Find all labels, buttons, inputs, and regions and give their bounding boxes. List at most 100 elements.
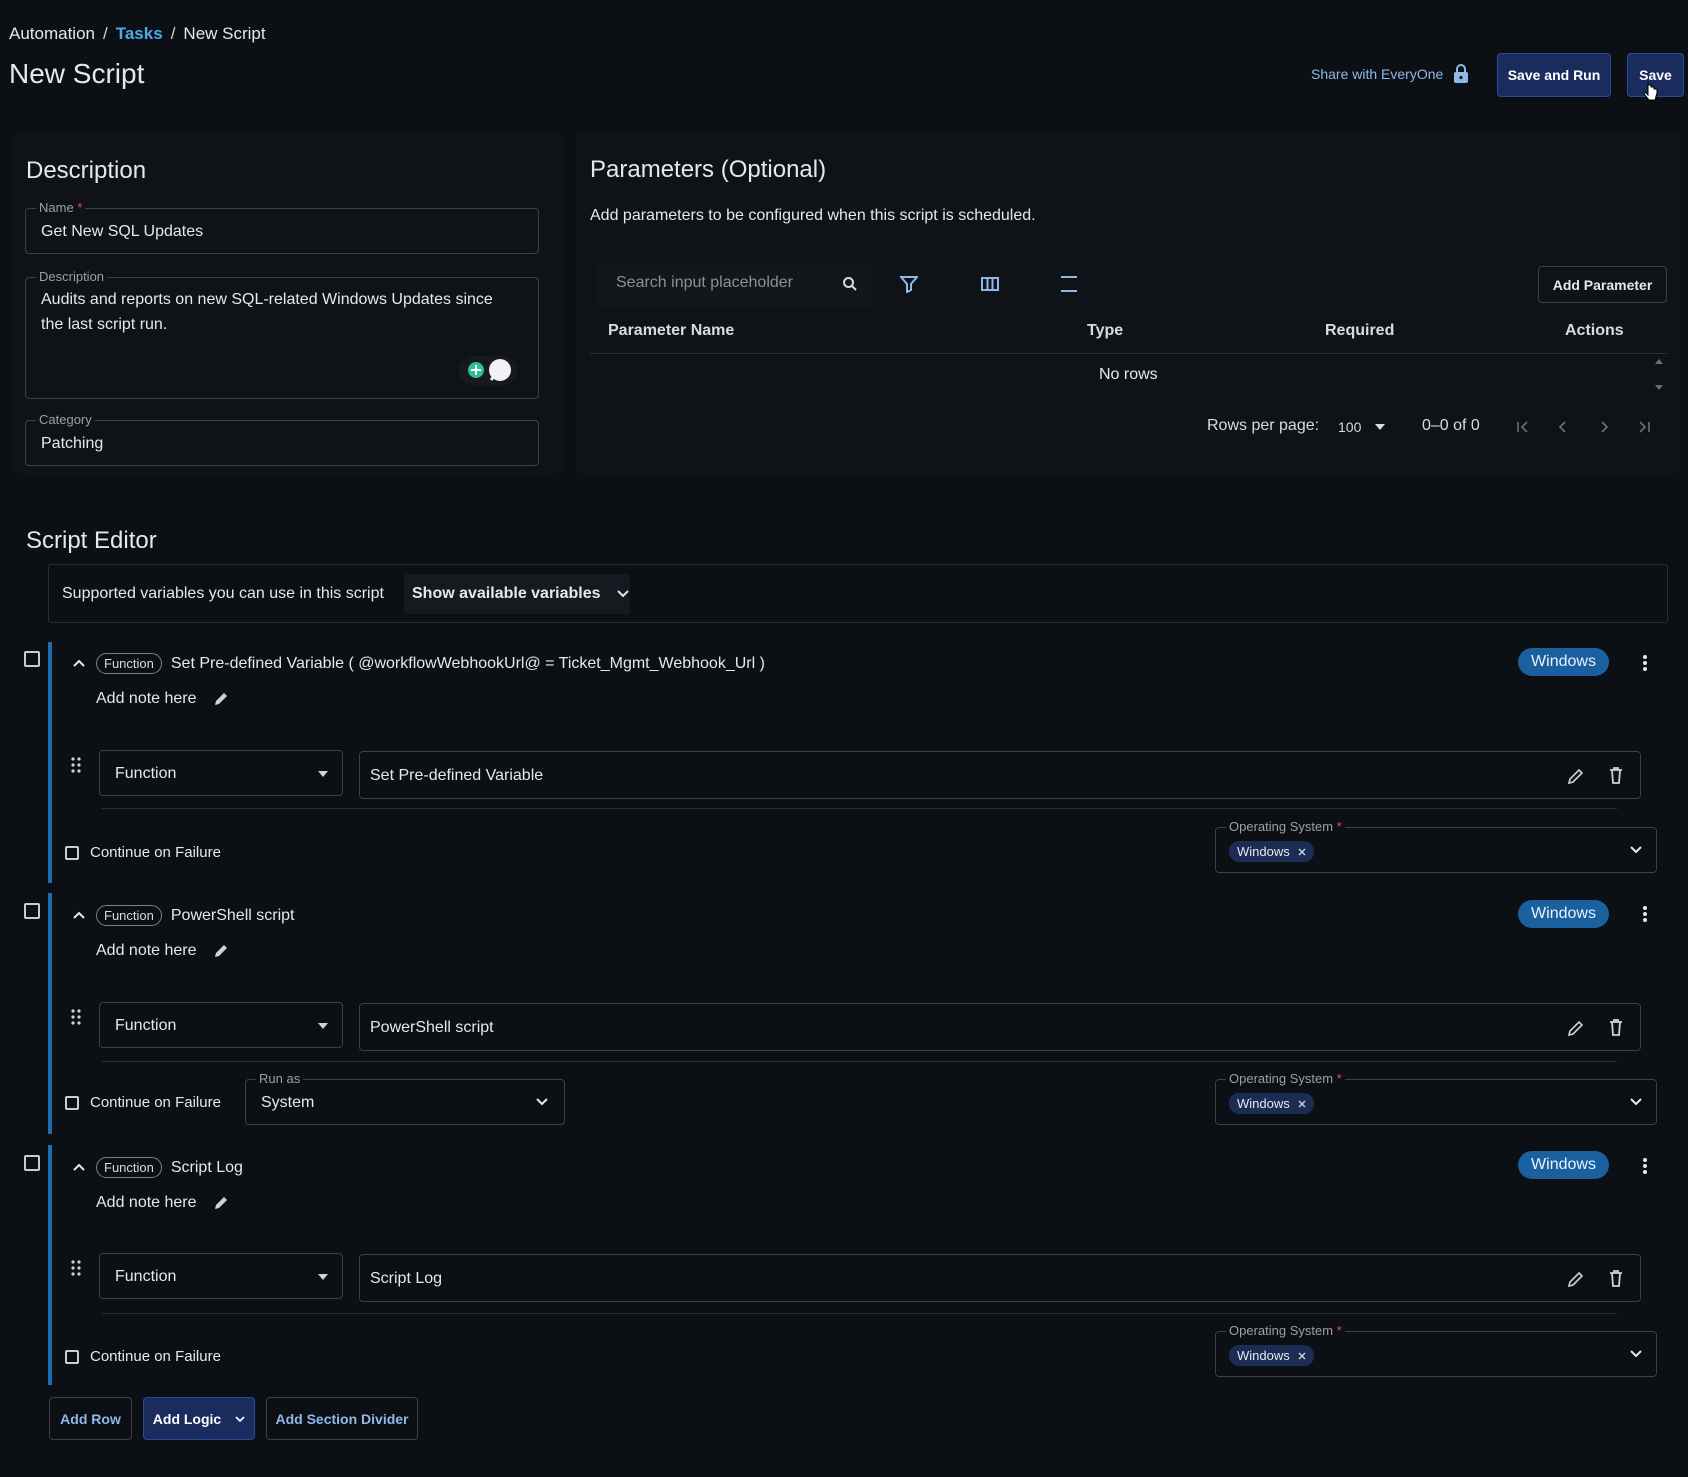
chevron-down-icon	[616, 590, 629, 598]
last-page-icon[interactable]	[1637, 420, 1651, 434]
continue-on-failure-label: Continue on Failure	[90, 1094, 221, 1111]
collapse-chevron-icon[interactable]	[72, 1162, 86, 1172]
density-icon[interactable]	[1060, 275, 1078, 293]
column-header-parameter-name[interactable]: Parameter Name	[608, 322, 734, 340]
row-select-checkbox[interactable]	[24, 651, 40, 667]
column-header-type[interactable]: Type	[1087, 322, 1123, 340]
filter-icon[interactable]	[900, 275, 918, 293]
add-section-divider-button[interactable]: Add Section Divider	[266, 1397, 418, 1440]
continue-on-failure-checkbox[interactable]	[65, 1096, 79, 1110]
pencil-icon	[213, 1195, 229, 1211]
function-field[interactable]: Set Pre-defined Variable	[359, 751, 1641, 799]
category-field[interactable]: Category Patching	[25, 412, 539, 466]
add-logic-button[interactable]: Add Logic	[143, 1397, 255, 1440]
operating-system-select[interactable]: Operating System * Windows	[1215, 1323, 1657, 1377]
trash-icon[interactable]	[1609, 1018, 1623, 1036]
scroll-down-icon[interactable]	[1654, 384, 1664, 392]
add-note[interactable]: Add note here	[96, 690, 229, 708]
share-with-everyone-button[interactable]: Share with EveryOne	[1311, 64, 1469, 84]
drag-handle-icon[interactable]	[71, 757, 81, 773]
run-as-select[interactable]: Run as System	[245, 1071, 565, 1125]
continue-on-failure-label: Continue on Failure	[90, 1348, 221, 1365]
save-and-run-button[interactable]: Save and Run	[1497, 53, 1611, 97]
breadcrumb-tasks-link[interactable]: Tasks	[116, 24, 163, 44]
collapse-chevron-icon[interactable]	[72, 910, 86, 920]
edit-pencil-icon[interactable]	[1567, 1019, 1585, 1037]
trash-icon[interactable]	[1609, 766, 1623, 784]
first-page-icon[interactable]	[1516, 420, 1530, 434]
caret-down-icon	[318, 1023, 328, 1029]
breadcrumb: Automation / Tasks / New Script	[9, 24, 266, 44]
row-accent-bar	[48, 1145, 52, 1385]
type-select[interactable]: Function	[99, 1002, 343, 1048]
more-options-icon[interactable]	[1643, 905, 1647, 923]
add-note[interactable]: Add note here	[96, 942, 229, 960]
next-page-icon[interactable]	[1597, 420, 1611, 434]
chevron-down-icon	[536, 1098, 548, 1106]
close-icon[interactable]	[1298, 1352, 1306, 1360]
continue-on-failure-checkbox[interactable]	[65, 846, 79, 860]
operating-system-select[interactable]: Operating System * Windows	[1215, 1071, 1657, 1125]
breadcrumb-automation[interactable]: Automation	[9, 24, 95, 44]
function-field[interactable]: PowerShell script	[359, 1003, 1641, 1051]
share-label: Share with EveryOne	[1311, 66, 1444, 82]
operating-system-label: Operating System *	[1226, 1323, 1345, 1338]
function-field-value: Set Pre-defined Variable	[370, 767, 544, 784]
function-field[interactable]: Script Log	[359, 1254, 1641, 1302]
rows-per-page-select[interactable]: 100	[1338, 419, 1386, 435]
show-variables-button[interactable]: Show available variables	[404, 574, 630, 614]
row-divider	[102, 1313, 1617, 1314]
parameter-search-input[interactable]	[616, 274, 816, 292]
add-parameter-button[interactable]: Add Parameter	[1538, 266, 1667, 303]
collapse-chevron-icon[interactable]	[72, 658, 86, 668]
drag-handle-icon[interactable]	[71, 1260, 81, 1276]
column-header-required[interactable]: Required	[1325, 322, 1394, 340]
close-icon[interactable]	[1298, 1100, 1306, 1108]
operating-system-label: Operating System *	[1226, 1071, 1345, 1086]
function-field-value: Script Log	[370, 1270, 443, 1287]
type-select[interactable]: Function	[99, 1253, 343, 1299]
category-label: Category	[36, 412, 95, 427]
variables-bar: Supported variables you can use in this …	[48, 564, 1668, 623]
function-field-value: PowerShell script	[370, 1019, 494, 1036]
caret-down-icon	[1375, 424, 1386, 430]
more-options-icon[interactable]	[1643, 1157, 1647, 1175]
no-rows-text: No rows	[1099, 366, 1158, 383]
scroll-up-icon[interactable]	[1654, 357, 1664, 365]
row-header: Function Set Pre-defined Variable ( @wor…	[96, 653, 765, 674]
run-as-label: Run as	[256, 1071, 304, 1086]
row-accent-bar	[48, 893, 52, 1134]
add-note[interactable]: Add note here	[96, 1194, 229, 1212]
variables-text: Supported variables you can use in this …	[62, 585, 384, 602]
os-chip-windows: Windows	[1229, 841, 1314, 862]
close-icon[interactable]	[1298, 848, 1306, 856]
description-textarea[interactable]: Description Audits and reports on new SQ…	[25, 269, 539, 399]
row-divider	[102, 1061, 1617, 1062]
description-line-2: the last script run.	[41, 316, 168, 333]
previous-page-icon[interactable]	[1556, 420, 1570, 434]
add-row-button[interactable]: Add Row	[49, 1397, 132, 1440]
edit-pencil-icon[interactable]	[1567, 1270, 1585, 1288]
name-field[interactable]: Name * Get New SQL Updates	[25, 200, 539, 254]
caret-down-icon	[318, 771, 328, 777]
more-options-icon[interactable]	[1643, 654, 1647, 672]
edit-pencil-icon[interactable]	[1567, 767, 1585, 785]
row-select-checkbox[interactable]	[24, 903, 40, 919]
drag-handle-icon[interactable]	[71, 1009, 81, 1025]
operating-system-select[interactable]: Operating System * Windows	[1215, 819, 1657, 873]
add-note-label: Add note here	[96, 690, 197, 707]
search-icon[interactable]	[842, 276, 858, 292]
description-panel: Description Name * Get New SQL Updates D…	[14, 133, 562, 474]
run-as-value: System	[261, 1094, 315, 1111]
trash-icon[interactable]	[1609, 1269, 1623, 1287]
chevron-down-icon	[235, 1415, 245, 1422]
row-title: Set Pre-defined Variable ( @workflowWebh…	[170, 654, 765, 672]
columns-icon[interactable]	[981, 277, 999, 291]
page-title: New Script	[9, 58, 145, 89]
row-select-checkbox[interactable]	[24, 1155, 40, 1171]
continue-on-failure-checkbox[interactable]	[65, 1350, 79, 1364]
show-variables-label: Show available variables	[412, 585, 601, 602]
ai-assistant-icon[interactable]	[459, 356, 517, 386]
parameter-search-box[interactable]	[596, 264, 872, 306]
type-select[interactable]: Function	[99, 750, 343, 796]
